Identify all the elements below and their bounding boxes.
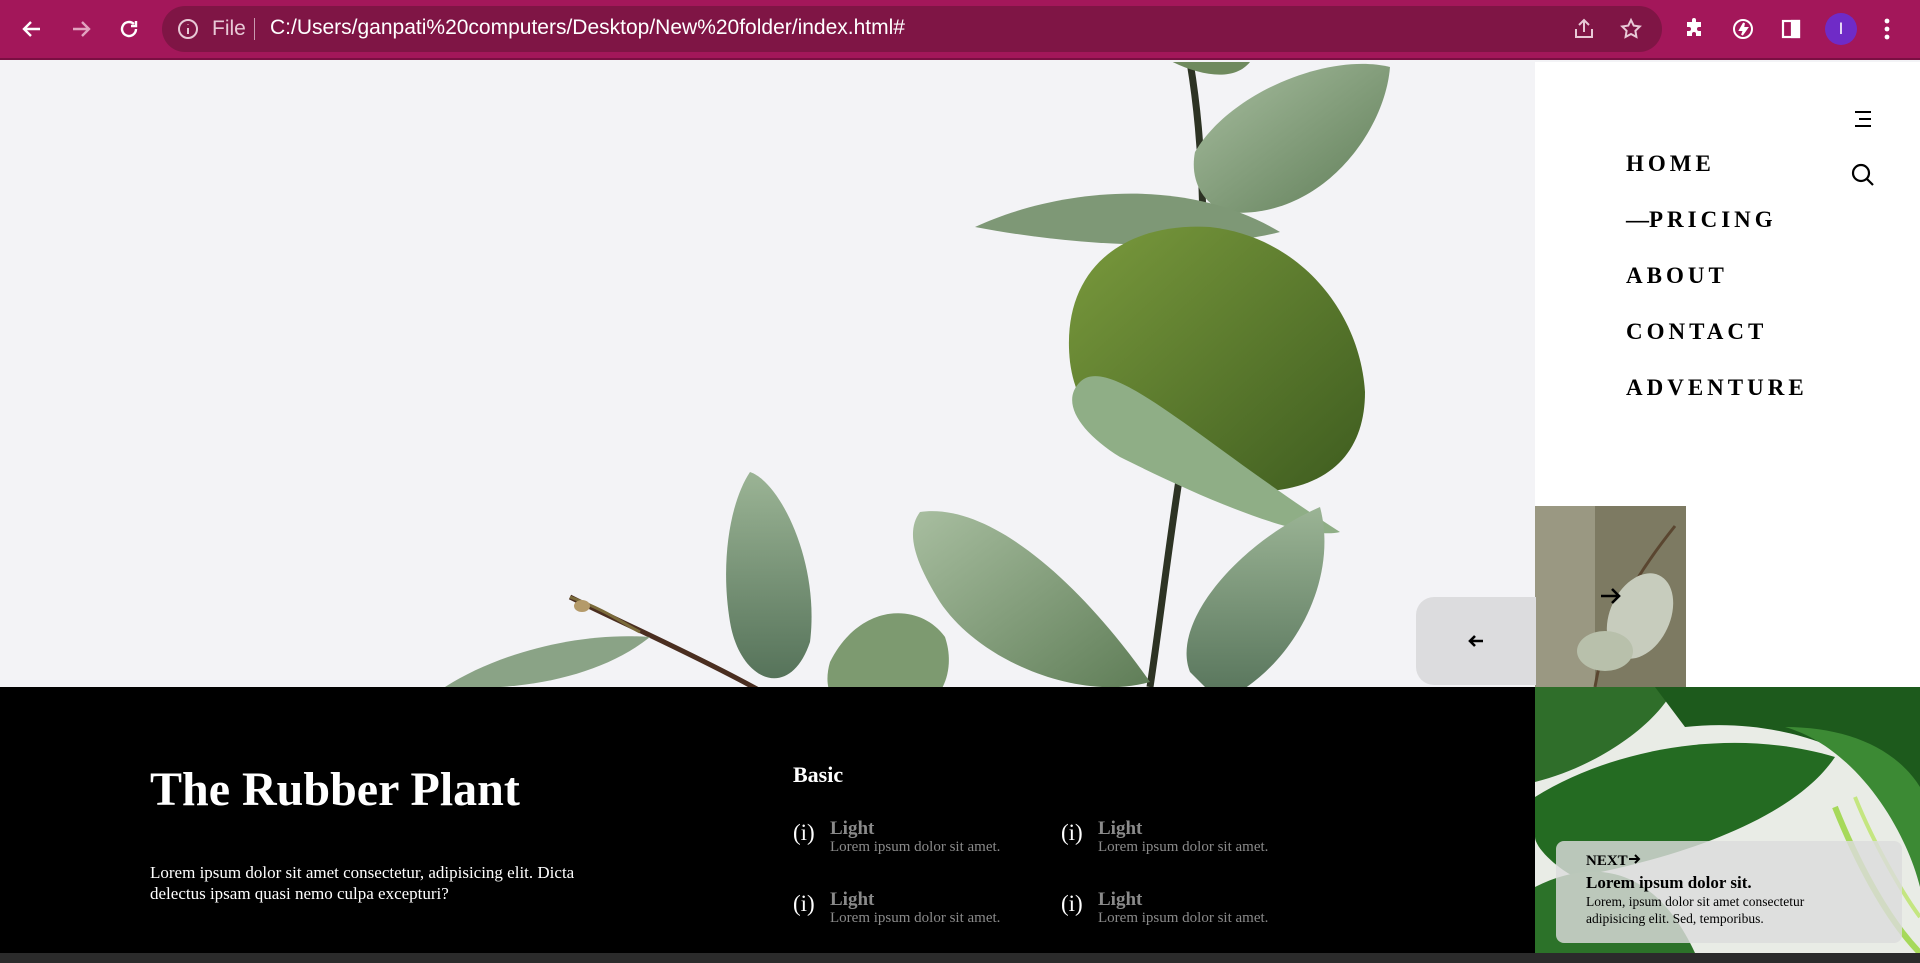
url-text[interactable]: C:/Users/ganpati%20computers/Desktop/New…	[270, 16, 905, 40]
puzzle-icon	[1687, 18, 1701, 36]
plan-heading: Basic	[793, 762, 844, 787]
active-indicator: —	[1626, 207, 1649, 232]
arrow-right-icon	[73, 21, 91, 37]
reload-button[interactable]	[110, 10, 148, 48]
share-icon[interactable]	[1572, 17, 1596, 41]
feature-desc: Lorem ipsum dolor sit amet.	[830, 910, 1001, 926]
next-link[interactable]: NEXT	[1586, 853, 1641, 870]
feature-item: (i) Light Lorem ipsum dolor sit amet.	[793, 818, 1043, 862]
kebab-menu-icon	[1884, 18, 1890, 40]
prev-slide-button[interactable]	[1416, 597, 1536, 685]
card-description: Lorem, ipsum dolor sit amet consectetur …	[1586, 894, 1805, 926]
performance-button[interactable]	[1726, 12, 1760, 46]
info-icon: (i)	[1061, 891, 1083, 916]
lightning-icon	[1733, 19, 1753, 39]
nav-item-label: PRICING	[1649, 207, 1777, 232]
search-icon[interactable]	[1849, 161, 1877, 189]
nav-item-pricing[interactable]: —PRICING	[1626, 202, 1808, 258]
feature-item: (i) Light Lorem ipsum dolor sit amet.	[1061, 818, 1311, 862]
site-info-label[interactable]: File	[212, 17, 246, 41]
bookmark-star-icon[interactable]	[1619, 17, 1643, 41]
next-label: NEXT	[1586, 853, 1628, 869]
nav-item-about[interactable]: ABOUT	[1626, 258, 1808, 314]
feature-name: Light	[1098, 818, 1143, 839]
info-icon: (i)	[793, 891, 815, 916]
side-panel-icon	[1781, 19, 1801, 39]
arrow-left-icon	[1468, 635, 1483, 647]
hero-image	[0, 62, 1535, 687]
feature-desc: Lorem ipsum dolor sit amet.	[1098, 910, 1269, 926]
nav-item-contact[interactable]: CONTACT	[1626, 314, 1808, 370]
feature-item: (i) Light Lorem ipsum dolor sit amet.	[793, 889, 1043, 933]
window-bottom-edge	[0, 953, 1920, 963]
divider	[254, 18, 255, 40]
product-description: Lorem ipsum dolor sit amet consectetur, …	[150, 863, 575, 903]
main-nav: HOME —PRICING ABOUT CONTACT ADVENTURE	[1626, 146, 1808, 426]
info-icon: (i)	[1061, 820, 1083, 845]
side-panel-button[interactable]	[1774, 12, 1808, 46]
hamburger-menu-icon[interactable]	[1849, 105, 1877, 133]
arrow-right-icon[interactable]	[1598, 583, 1624, 609]
forward-button[interactable]	[62, 10, 100, 48]
eucalyptus-illustration	[445, 62, 1390, 687]
product-title: The Rubber Plant	[150, 763, 520, 816]
card-title: Lorem ipsum dolor sit.	[1586, 873, 1752, 892]
nav-item-home[interactable]: HOME	[1626, 146, 1808, 202]
next-product-card[interactable]: NEXT Lorem ipsum dolor sit. Lorem, ipsum…	[1556, 841, 1902, 943]
browser-menu-button[interactable]	[1872, 12, 1902, 46]
browser-toolbar: File C:/Users/ganpati%20computers/Deskto…	[0, 0, 1920, 60]
back-button[interactable]	[13, 10, 51, 48]
info-icon: (i)	[793, 820, 815, 845]
feature-name: Light	[1098, 889, 1143, 910]
feature-name: Light	[830, 818, 875, 839]
nav-item-adventure[interactable]: ADVENTURE	[1626, 370, 1808, 426]
reload-icon	[120, 20, 138, 38]
arrow-left-icon	[22, 21, 40, 37]
info-icon[interactable]	[176, 17, 200, 41]
feature-desc: Lorem ipsum dolor sit amet.	[1098, 839, 1269, 855]
extensions-button[interactable]	[1678, 12, 1712, 46]
profile-avatar[interactable]: I	[1825, 13, 1857, 45]
address-bar[interactable]: File C:/Users/ganpati%20computers/Deskto…	[162, 6, 1662, 52]
feature-item: (i) Light Lorem ipsum dolor sit amet.	[1061, 889, 1311, 933]
feature-name: Light	[830, 889, 875, 910]
arrow-right-icon	[1628, 854, 1641, 864]
feature-desc: Lorem ipsum dolor sit amet.	[830, 839, 1001, 855]
